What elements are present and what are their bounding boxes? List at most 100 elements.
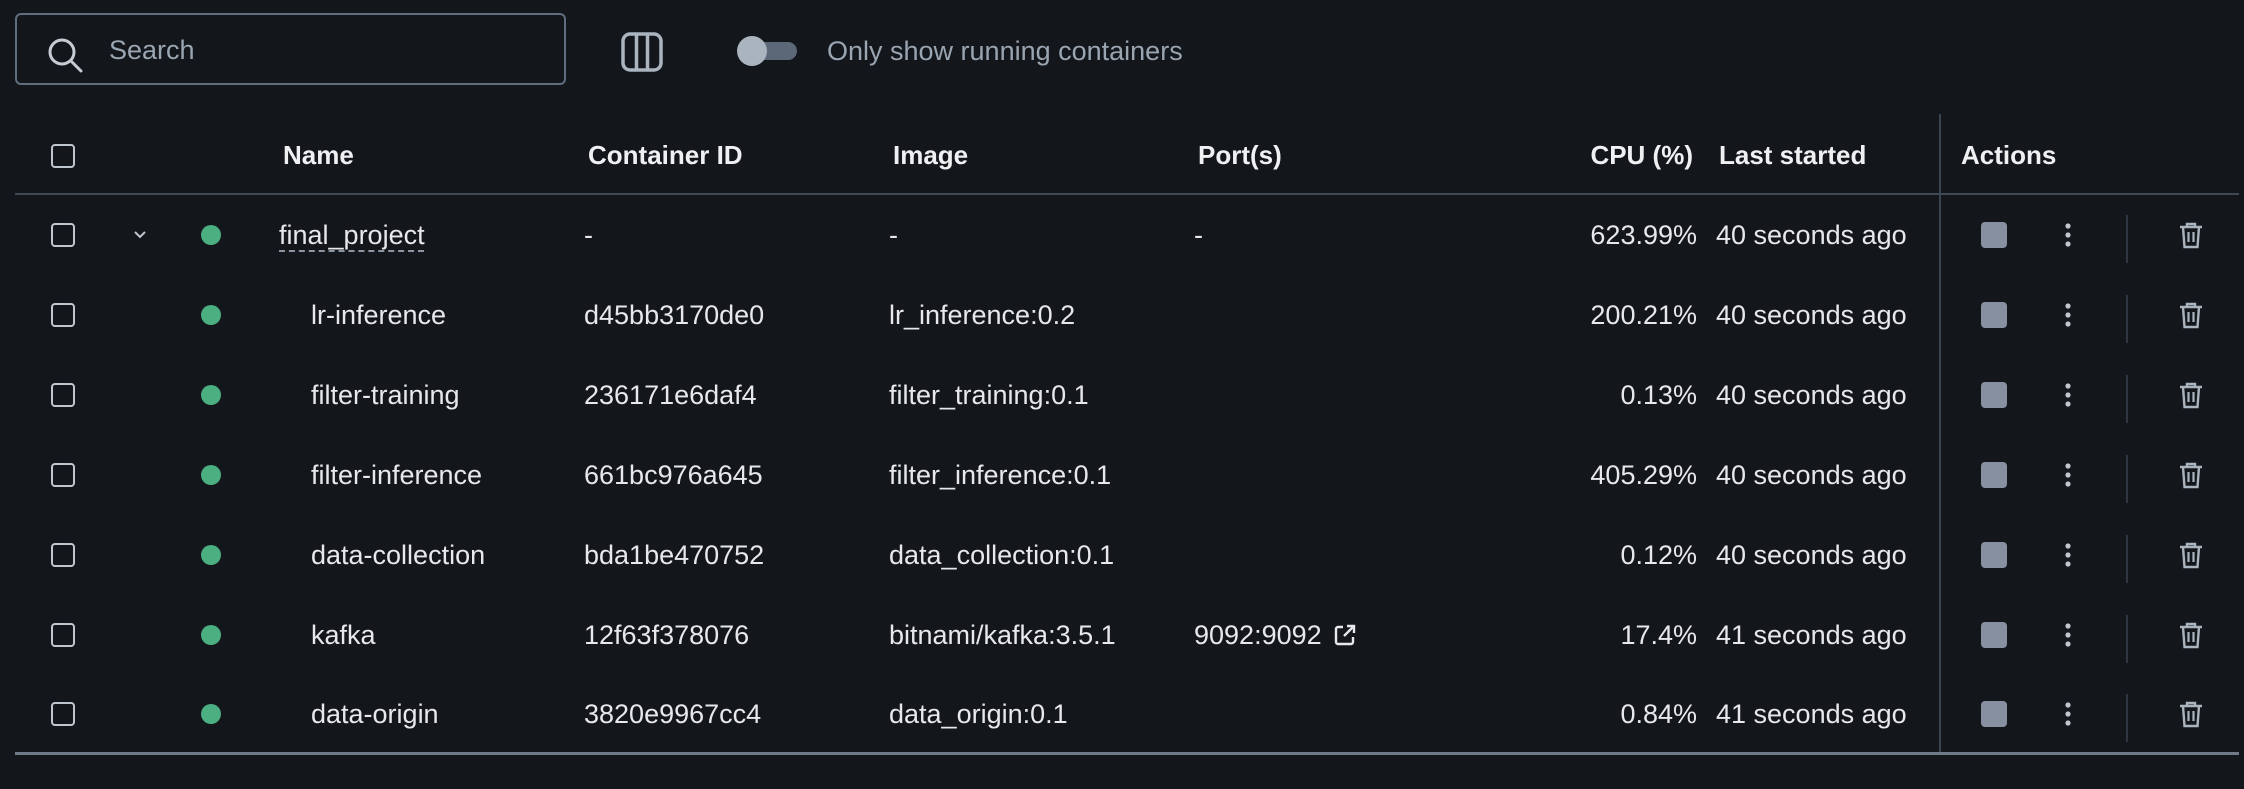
- trash-icon[interactable]: [2177, 380, 2205, 410]
- more-vertical-icon[interactable]: [2061, 541, 2075, 569]
- container-id: -: [584, 219, 593, 250]
- row-checkbox[interactable]: [51, 623, 75, 647]
- select-all-cell: [51, 118, 75, 193]
- container-ports: -: [1194, 219, 1203, 250]
- stop-icon[interactable]: [1981, 622, 2007, 648]
- table-bottom-border: [15, 752, 2239, 755]
- status-running-dot: [201, 465, 221, 485]
- header-name[interactable]: Name: [283, 118, 354, 193]
- actions-separator: [2126, 615, 2128, 663]
- container-cpu: 200.21%: [1590, 299, 1697, 330]
- trash-icon[interactable]: [2177, 460, 2205, 490]
- row-checkbox[interactable]: [51, 543, 75, 567]
- container-cpu: 623.99%: [1590, 219, 1697, 250]
- toggle-label: Only show running containers: [827, 36, 1183, 66]
- header-actions: Actions: [1961, 140, 2057, 170]
- more-vertical-icon[interactable]: [2061, 301, 2075, 329]
- container-image: filter_inference:0.1: [889, 459, 1112, 490]
- trash-icon[interactable]: [2177, 540, 2205, 570]
- container-image: lr_inference:0.2: [889, 299, 1076, 330]
- container-image: data_collection:0.1: [889, 539, 1115, 570]
- row-checkbox[interactable]: [51, 383, 75, 407]
- more-vertical-icon[interactable]: [2061, 700, 2075, 728]
- stop-icon[interactable]: [1981, 302, 2007, 328]
- table-row[interactable]: data-origin 3820e9967cc4 data_origin:0.1…: [15, 674, 2239, 754]
- trash-icon[interactable]: [2177, 699, 2205, 729]
- container-last-started: 41 seconds ago: [1716, 619, 1907, 650]
- toolbar: Only show running containers: [0, 0, 2244, 104]
- port-link[interactable]: 9092:9092: [1194, 620, 1358, 651]
- container-last-started: 40 seconds ago: [1716, 379, 1907, 410]
- container-id: d45bb3170de0: [584, 299, 765, 330]
- actions-separator: [2126, 215, 2128, 263]
- actions-separator: [2126, 295, 2128, 343]
- row-checkbox[interactable]: [51, 223, 75, 247]
- header-last-started[interactable]: Last started: [1719, 118, 1866, 193]
- container-name[interactable]: final_project: [279, 220, 425, 251]
- stop-icon[interactable]: [1981, 222, 2007, 248]
- trash-icon[interactable]: [2177, 620, 2205, 650]
- header-image[interactable]: Image: [893, 118, 968, 193]
- status-running-dot: [201, 305, 221, 325]
- more-vertical-icon[interactable]: [2061, 221, 2075, 249]
- columns-icon[interactable]: [620, 30, 664, 74]
- container-name[interactable]: kafka: [311, 595, 376, 675]
- container-id: bda1be470752: [584, 539, 765, 570]
- container-id: 236171e6daf4: [584, 379, 757, 410]
- status-running-dot: [201, 625, 221, 645]
- search-box[interactable]: [15, 13, 566, 85]
- table-row[interactable]: kafka 12f63f378076 bitnami/kafka:3.5.1 9…: [15, 595, 2239, 675]
- container-id: 661bc976a645: [584, 459, 763, 490]
- row-checkbox[interactable]: [51, 702, 75, 726]
- container-cpu: 0.12%: [1620, 539, 1697, 570]
- table-row[interactable]: lr-inference d45bb3170de0 lr_inference:0…: [15, 275, 2239, 355]
- container-ports: 9092:9092: [1194, 619, 1322, 650]
- select-all-checkbox[interactable]: [51, 143, 75, 168]
- container-cpu: 405.29%: [1590, 459, 1697, 490]
- trash-icon[interactable]: [2177, 300, 2205, 330]
- stop-icon[interactable]: [1981, 542, 2007, 568]
- header-container-id[interactable]: Container ID: [588, 118, 743, 193]
- container-cpu: 0.13%: [1620, 379, 1697, 410]
- container-image: bitnami/kafka:3.5.1: [889, 619, 1116, 650]
- stop-icon[interactable]: [1981, 462, 2007, 488]
- table-row[interactable]: data-collection bda1be470752 data_collec…: [15, 515, 2239, 595]
- status-running-dot: [201, 704, 221, 724]
- table-header: Name Container ID Image Port(s) CPU (%) …: [15, 118, 2239, 195]
- toggle-knob: [737, 36, 767, 66]
- chevron-down-icon[interactable]: [129, 224, 151, 246]
- more-vertical-icon[interactable]: [2061, 461, 2075, 489]
- container-name[interactable]: filter-training: [311, 355, 460, 435]
- more-vertical-icon[interactable]: [2061, 621, 2075, 649]
- container-id: 12f63f378076: [584, 619, 750, 650]
- table-row[interactable]: filter-inference 661bc976a645 filter_inf…: [15, 435, 2239, 515]
- table-row[interactable]: filter-training 236171e6daf4 filter_trai…: [15, 355, 2239, 435]
- status-running-dot: [201, 385, 221, 405]
- header-cpu[interactable]: CPU (%): [1495, 118, 1693, 193]
- container-image: -: [889, 219, 898, 250]
- row-checkbox[interactable]: [51, 463, 75, 487]
- row-checkbox[interactable]: [51, 303, 75, 327]
- container-last-started: 40 seconds ago: [1716, 219, 1907, 250]
- status-running-dot: [201, 225, 221, 245]
- header-ports[interactable]: Port(s): [1198, 118, 1282, 193]
- search-icon: [48, 38, 83, 73]
- container-cpu: 17.4%: [1620, 619, 1697, 650]
- container-name[interactable]: data-origin: [311, 674, 439, 754]
- container-name[interactable]: lr-inference: [311, 275, 446, 355]
- stop-icon[interactable]: [1981, 701, 2007, 727]
- external-link-icon: [1334, 624, 1355, 646]
- search-input[interactable]: [107, 29, 551, 71]
- trash-icon[interactable]: [2177, 220, 2205, 250]
- container-name[interactable]: data-collection: [311, 515, 485, 595]
- actions-separator: [2126, 455, 2128, 503]
- stop-icon[interactable]: [1981, 382, 2007, 408]
- more-vertical-icon[interactable]: [2061, 381, 2075, 409]
- container-cpu: 0.84%: [1620, 698, 1697, 729]
- table-row-group[interactable]: final_project - - - 623.99% 40 seconds a…: [15, 195, 2239, 275]
- container-id: 3820e9967cc4: [584, 698, 762, 729]
- container-last-started: 41 seconds ago: [1716, 698, 1907, 729]
- container-name[interactable]: filter-inference: [311, 435, 482, 515]
- running-only-toggle[interactable]: [737, 36, 799, 66]
- status-running-dot: [201, 545, 221, 565]
